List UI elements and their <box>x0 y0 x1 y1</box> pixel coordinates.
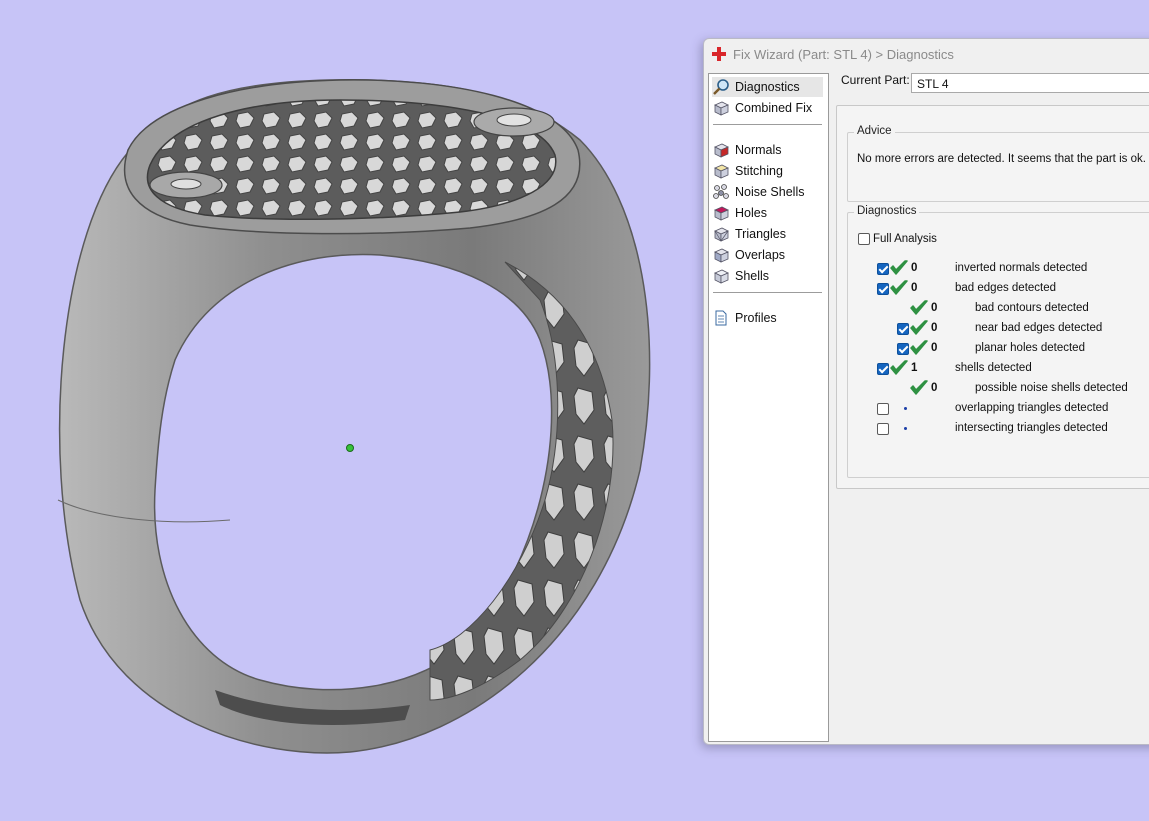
diagnostics-panel: Advice No more errors are detected. It s… <box>836 105 1149 489</box>
diagnostic-checkbox[interactable] <box>877 403 889 415</box>
diagnostic-row: 0 near bad edges detected <box>848 319 1149 339</box>
diagnostic-checkbox[interactable] <box>897 343 909 355</box>
nav-item-normals[interactable]: Normals <box>712 140 823 160</box>
diagnostic-checkbox[interactable] <box>877 263 889 275</box>
diagnostic-row: 1 shells detected <box>848 359 1149 379</box>
advice-group: Advice No more errors are detected. It s… <box>847 125 1149 202</box>
nav-item-combined-fix[interactable]: Combined Fix <box>712 98 823 118</box>
document-icon <box>715 310 727 326</box>
triangles-cube-icon <box>714 227 729 242</box>
diagnostics-title: Diagnostics <box>854 205 920 217</box>
red-cross-icon <box>712 47 726 61</box>
check-icon <box>890 260 908 275</box>
diagnostic-label: bad edges detected <box>955 282 1057 294</box>
diagnostic-label: near bad edges detected <box>975 322 1103 334</box>
normals-cube-icon <box>714 143 729 158</box>
holes-cube-icon <box>714 206 729 221</box>
nav-item-diagnostics[interactable]: Diagnostics <box>712 77 823 97</box>
wizard-nav: Diagnostics Combined Fix Normals Stitchi… <box>708 73 829 742</box>
diagnostic-row: 0 bad edges detected <box>848 279 1149 299</box>
pending-dot-icon <box>904 427 907 430</box>
diagnostic-count: 0 <box>911 282 918 294</box>
diagnostic-checkbox[interactable] <box>877 283 889 295</box>
window-title: Fix Wizard (Part: STL 4) > Diagnostics <box>733 46 954 62</box>
diagnostic-label: intersecting triangles detected <box>955 422 1108 434</box>
diagnostic-count: 1 <box>911 362 918 374</box>
diagnostic-checkbox[interactable] <box>877 423 889 435</box>
magnifier-icon <box>713 79 729 95</box>
diagnostic-checkbox[interactable] <box>897 323 909 335</box>
check-icon <box>890 360 908 375</box>
diagnostic-label: possible noise shells detected <box>975 382 1128 394</box>
diagnostic-count: 0 <box>931 382 938 394</box>
diagnostic-label: bad contours detected <box>975 302 1089 314</box>
diagnostic-count: 0 <box>931 342 938 354</box>
diagnostic-row: 0 planar holes detected <box>848 339 1149 359</box>
cube-icon <box>714 101 729 116</box>
advice-text: No more errors are detected. It seems th… <box>857 153 1149 165</box>
check-icon <box>910 320 928 335</box>
check-icon <box>910 340 928 355</box>
check-icon <box>910 380 928 395</box>
check-icon <box>890 280 908 295</box>
advice-title: Advice <box>854 125 895 137</box>
check-icon <box>910 300 928 315</box>
title-bar[interactable]: Fix Wizard (Part: STL 4) > Diagnostics <box>704 39 1149 69</box>
fix-wizard-window: Fix Wizard (Part: STL 4) > Diagnostics D… <box>703 38 1149 745</box>
pending-dot-icon <box>904 407 907 410</box>
nav-item-overlaps[interactable]: Overlaps <box>712 245 823 265</box>
ring-model <box>57 79 651 754</box>
nav-item-stitching[interactable]: Stitching <box>712 161 823 181</box>
diagnostic-checkbox[interactable] <box>877 363 889 375</box>
diagnostics-group: Diagnostics Full Analysis 0 inverted norm… <box>847 205 1149 478</box>
diagnostic-label: planar holes detected <box>975 342 1085 354</box>
diagnostic-row: 0 inverted normals detected <box>848 259 1149 279</box>
nav-item-noise-shells[interactable]: Noise Shells <box>712 182 823 202</box>
diagnostic-count: 0 <box>931 302 938 314</box>
diagnostic-count: 0 <box>911 262 918 274</box>
current-part-field[interactable]: STL 4 <box>911 73 1149 93</box>
diagnostic-row: overlapping triangles detected <box>848 399 1149 419</box>
current-part-label: Current Part: <box>841 73 910 87</box>
diagnostic-count: 0 <box>931 322 938 334</box>
diagnostic-row: 0 bad contours detected <box>848 299 1149 319</box>
diagnostic-label: overlapping triangles detected <box>955 402 1109 414</box>
3d-viewport[interactable] <box>0 0 700 821</box>
diagnostic-row: 0 possible noise shells detected <box>848 379 1149 399</box>
diagnostic-row: intersecting triangles detected <box>848 419 1149 439</box>
diagnostic-label: inverted normals detected <box>955 262 1088 274</box>
overlaps-cube-icon <box>714 248 729 263</box>
noise-shells-icon <box>713 184 729 199</box>
nav-item-holes[interactable]: Holes <box>712 203 823 223</box>
diagnostic-label: shells detected <box>955 362 1032 374</box>
full-analysis-label: Full Analysis <box>873 233 937 245</box>
nav-item-shells[interactable]: Shells <box>712 266 823 286</box>
nav-item-triangles[interactable]: Triangles <box>712 224 823 244</box>
stitching-cube-icon <box>714 164 729 179</box>
shells-cube-icon <box>714 269 729 284</box>
full-analysis-checkbox[interactable] <box>858 233 870 245</box>
nav-item-profiles[interactable]: Profiles <box>712 308 823 328</box>
